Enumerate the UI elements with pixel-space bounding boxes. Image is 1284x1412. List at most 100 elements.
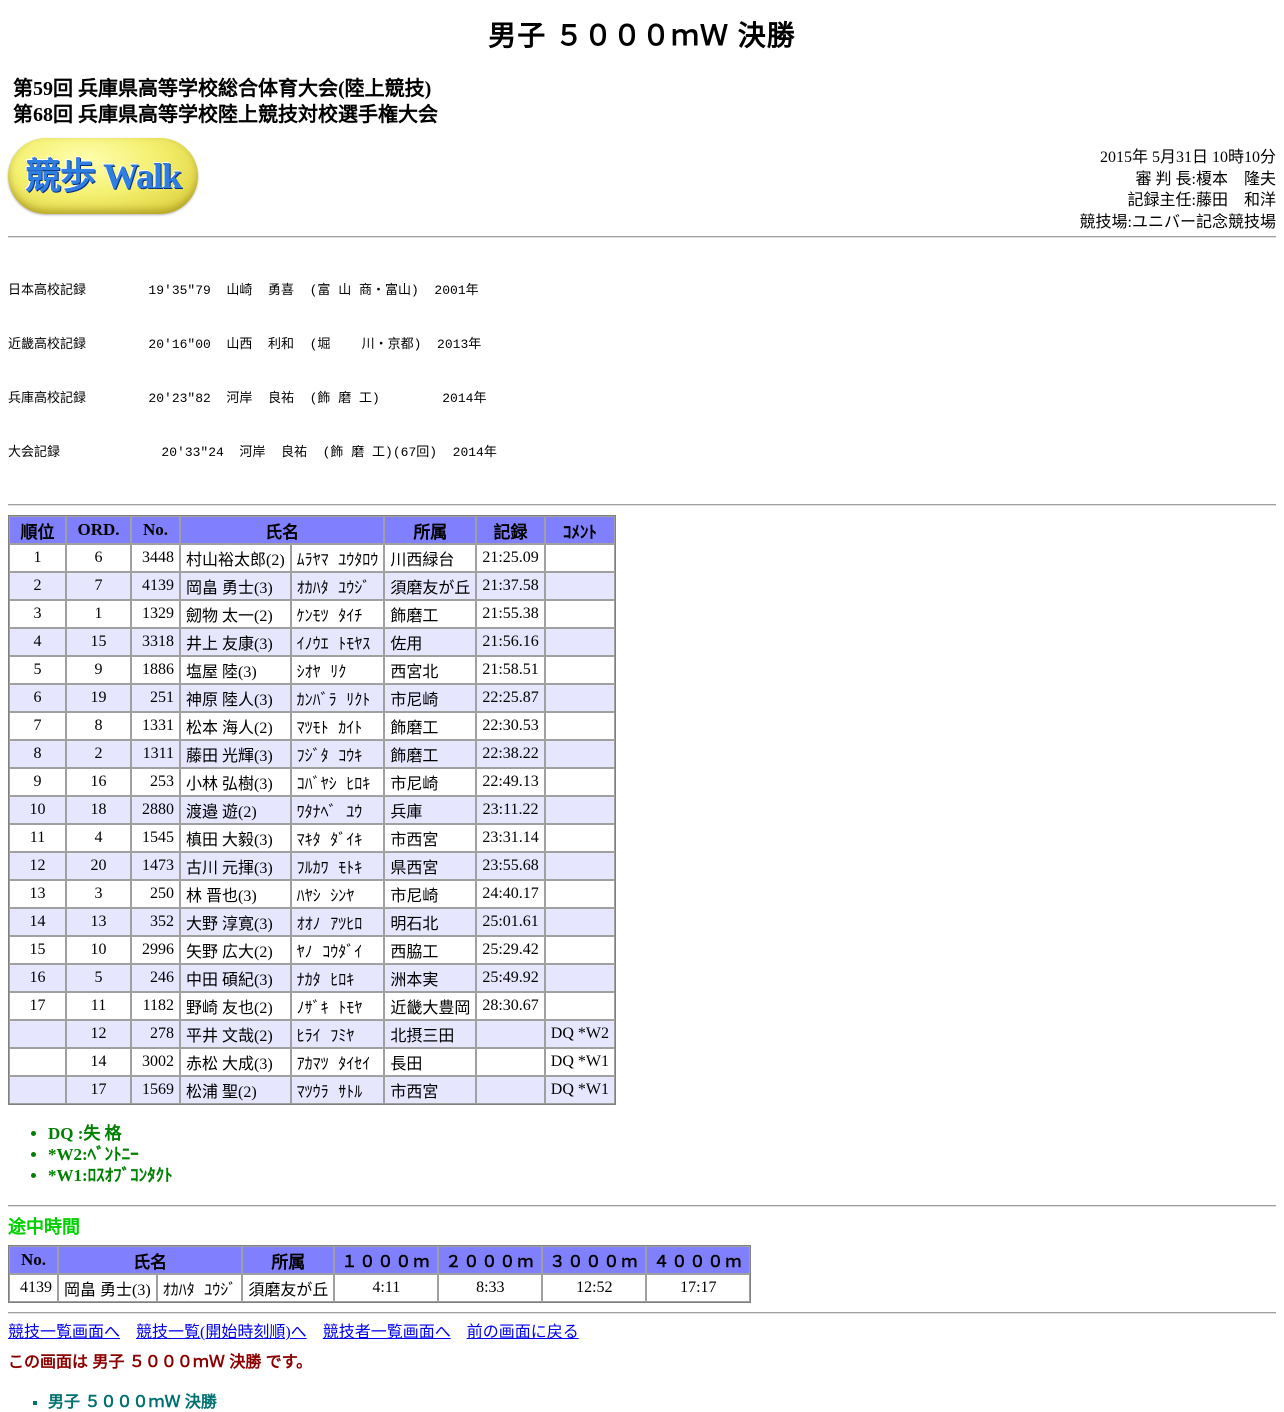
cell-name: 大野 淳寛(3) [180,908,291,936]
cell-kana: ｹﾝﾓﾂ ﾀｲﾁ [290,600,385,628]
cell-ord: 6 [66,544,131,572]
cell-ord: 9 [66,656,131,684]
cell-record: 22:49.13 [476,768,545,796]
cell-no: 1329 [131,600,180,628]
link-back[interactable]: 前の画面に戻る [467,1324,579,1341]
split-lap-3: 12:52 [542,1274,647,1302]
cell-team: 北摂三田 [384,1020,477,1048]
table-row: 14 3002 赤松 大成(3) ｱｶﾏﾂ ﾀｲｾｲ 長田 DQ *W1 [9,1048,615,1076]
cell-no: 1886 [131,656,180,684]
record-line: 大会記録 20'33"24 河岸 良祐 (飾 磨 工)(67回) 2014年 [8,445,497,460]
cell-comment: DQ *W1 [544,1076,615,1104]
split-lap-1: 4:11 [334,1274,439,1302]
cell-name: 槙田 大毅(3) [180,824,291,852]
cell-kana: ﾔﾉ ｺｳﾀﾞｲ [290,936,385,964]
cell-ord: 20 [66,852,131,880]
cell-ord: 4 [66,824,131,852]
event-list: 男子 ５０００ｍＷ 決勝 [8,1388,1276,1412]
officials: 2015年 5月31日 10時10分 審 判 長:榎本 隆夫 記録主任:藤田 和… [1080,147,1276,233]
table-row: 17 1569 松浦 聖(2) ﾏﾂｳﾗ ｻﾄﾙ 市西宮 DQ *W1 [9,1076,615,1104]
cell-kana: ﾅｶﾀ ﾋﾛｷ [290,964,385,992]
divider [8,504,1276,506]
divider [8,236,1276,238]
cell-comment [544,740,615,768]
cell-ord: 14 [66,1048,131,1076]
col-no: No. [9,1246,58,1274]
cell-team: 飾磨工 [384,600,477,628]
col-no: No. [131,516,180,544]
link-athlete-list[interactable]: 競技者一覧画面へ [323,1324,451,1341]
cell-name: 林 晋也(3) [180,880,291,908]
cell-name: 劒物 太一(2) [180,600,291,628]
table-row: 1 6 3448 村山裕太郎(2) ﾑﾗﾔﾏ ﾕｳﾀﾛｳ 川西緑台 21:25.09 [9,544,615,572]
results-body: 1 6 3448 村山裕太郎(2) ﾑﾗﾔﾏ ﾕｳﾀﾛｳ 川西緑台 21:25.09 2 7 41… [9,544,615,1104]
table-row: 6 19 251 神原 陸人(3) ｶﾝﾊﾞﾗ ﾘｸﾄ 市尼崎 22:25.87 [9,684,615,712]
cell-no: 1545 [131,824,180,852]
legend-item: *W1:ﾛｽｵﾌﾞｺﾝﾀｸﾄ [48,1165,1276,1186]
cell-rank: 12 [9,852,66,880]
cell-record: 22:30.53 [476,712,545,740]
cell-kana: ｼｵﾔ ﾘｸ [290,656,385,684]
cell-comment [544,768,615,796]
cell-comment [544,712,615,740]
cell-kana: ｲﾉｳｴ ﾄﾓﾔｽ [290,628,385,656]
cell-team: 西宮北 [384,656,477,684]
cell-kana: ﾌｼﾞﾀ ｺｳｷ [290,740,385,768]
split-lap-2: 8:33 [438,1274,543,1302]
cell-ord: 13 [66,908,131,936]
split-kana: ｵｶﾊﾀ ﾕｳｼﾞ [156,1274,243,1302]
link-event-list-by-time[interactable]: 競技一覧(開始時刻順)へ [136,1324,307,1341]
cell-no: 250 [131,880,180,908]
cell-kana: ｱｶﾏﾂ ﾀｲｾｲ [290,1048,385,1076]
cell-no: 3318 [131,628,180,656]
cell-name: 井上 友康(3) [180,628,291,656]
cell-rank [9,1048,66,1076]
cell-ord: 15 [66,628,131,656]
cell-no: 1311 [131,740,180,768]
recorder: 記録主任:藤田 和洋 [1127,192,1276,209]
cell-no: 278 [131,1020,180,1048]
legend-item: *W2:ﾍﾞﾝﾄﾆｰ [48,1144,1276,1165]
cell-kana: ｺﾊﾞﾔｼ ﾋﾛｷ [290,768,385,796]
cell-no: 253 [131,768,180,796]
table-row: 11 4 1545 槙田 大毅(3) ﾏｷﾀ ﾀﾞｲｷ 市西宮 23:31.14 [9,824,615,852]
cell-ord: 19 [66,684,131,712]
split-no: 4139 [9,1274,58,1302]
logo-text: 競歩 Walk [24,156,182,196]
cell-ord: 11 [66,992,131,1020]
cell-rank: 1 [9,544,66,572]
cell-no: 2996 [131,936,180,964]
page-title: 男子 ５０００ｍＷ 決勝 [488,20,796,51]
splits-table: No. 氏名 所属 １０００ｍ ２０００ｍ ３０００ｍ ４０００ｍ 4139 岡… [8,1245,752,1303]
cell-name: 村山裕太郎(2) [180,544,291,572]
cell-rank: 13 [9,880,66,908]
cell-team: 西脇工 [384,936,477,964]
cell-record [476,1020,545,1048]
event-datetime: 2015年 5月31日 10時10分 [1099,149,1276,166]
cell-kana: ﾋﾗｲ ﾌﾐﾔ [290,1020,385,1048]
venue: 競技場:ユニバー記念競技場 [1079,213,1276,231]
cell-ord: 1 [66,600,131,628]
cell-comment [544,964,615,992]
cell-rank: 2 [9,572,66,600]
link-event-list[interactable]: 競技一覧画面へ [8,1324,120,1341]
table-row: 17 11 1182 野崎 友也(2) ﾉｻﾞｷ ﾄﾓﾔ 近畿大豊岡 28:30.67 [9,992,615,1020]
split-name: 岡畠 勇士(3) [58,1274,157,1302]
cell-team: 明石北 [384,908,477,936]
table-row: 7 8 1331 松本 海人(2) ﾏﾂﾓﾄ ｶｲﾄ 飾磨工 22:30.53 [9,712,615,740]
cell-team: 市西宮 [384,824,477,852]
cell-record: 23:11.22 [476,796,545,824]
referee: 審 判 長:榎本 隆夫 [1135,170,1276,188]
col-rank: 順位 [9,516,66,544]
cell-kana: ﾌﾙｶﾜ ﾓﾄｷ [290,852,385,880]
cell-kana: ﾊﾔｼ ｼﾝﾔ [290,880,385,908]
cell-team: 兵庫 [384,796,477,824]
cell-ord: 8 [66,712,131,740]
cell-kana: ﾏｷﾀ ﾀﾞｲｷ [290,824,385,852]
cell-record: 22:25.87 [476,684,545,712]
table-row: 13 3 250 林 晋也(3) ﾊﾔｼ ｼﾝﾔ 市尼崎 24:40.17 [9,880,615,908]
divider [8,1312,1276,1314]
cell-team: 県西宮 [384,852,477,880]
col-ord: ORD. [66,516,131,544]
cell-rank: 9 [9,768,66,796]
